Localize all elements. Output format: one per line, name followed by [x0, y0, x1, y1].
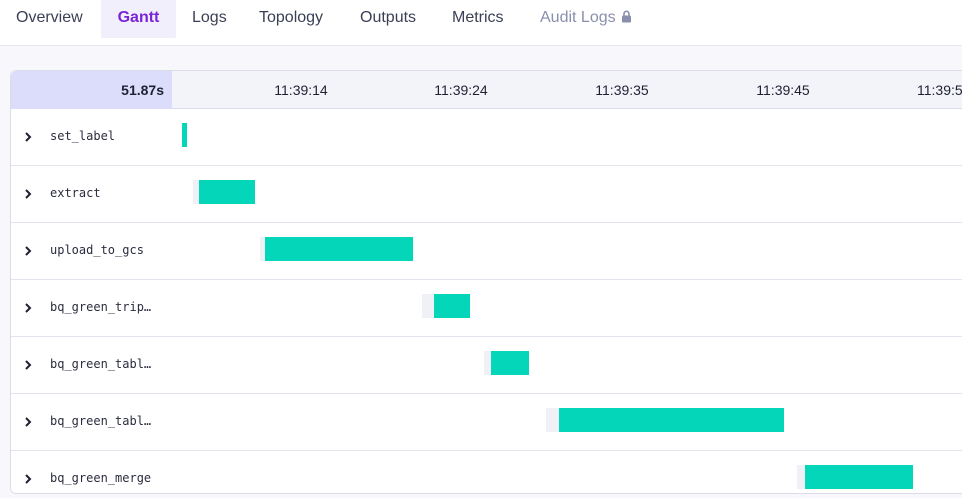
- task-row-upload-to-gcs[interactable]: upload_to_gcs: [11, 223, 962, 280]
- chevron-right-icon[interactable]: [23, 302, 33, 314]
- time-tick: 11:39:5: [917, 82, 962, 98]
- tab-overview[interactable]: Overview: [16, 0, 83, 38]
- task-queue-bar: [422, 294, 434, 318]
- task-row-bq-green-table-2[interactable]: bq_green_tabl…: [11, 394, 962, 451]
- tab-bar: Overview Gantt Logs Topology Outputs Met…: [0, 0, 962, 46]
- task-label: upload_to_gcs: [50, 243, 144, 257]
- task-label: bq_green_merge: [50, 471, 152, 485]
- task-bar[interactable]: [265, 237, 413, 261]
- task-bar[interactable]: [805, 465, 913, 489]
- tab-audit-logs-label: Audit Logs: [540, 9, 616, 26]
- task-row-bq-green-trip[interactable]: bq_green_trip…: [11, 280, 962, 337]
- task-bar[interactable]: [491, 351, 529, 375]
- task-row-set-label[interactable]: set_label: [11, 109, 962, 166]
- time-tick: 11:39:35: [595, 82, 649, 98]
- gantt-chart: 51.87s 11:39:14 11:39:24 11:39:35 11:39:…: [10, 70, 962, 494]
- task-queue-bar: [484, 351, 491, 375]
- lock-icon: [621, 10, 631, 23]
- task-bar[interactable]: [182, 123, 187, 147]
- time-tick: 11:39:24: [434, 82, 488, 98]
- task-queue-bar: [546, 408, 559, 432]
- task-queue-bar: [797, 465, 805, 489]
- chevron-right-icon[interactable]: [23, 359, 33, 371]
- task-label: bq_green_tabl…: [50, 357, 152, 371]
- tab-gantt[interactable]: Gantt: [101, 0, 176, 38]
- chevron-right-icon[interactable]: [23, 131, 33, 143]
- tab-audit-logs[interactable]: Audit Logs: [540, 0, 632, 38]
- task-row-extract[interactable]: extract: [11, 166, 962, 223]
- tab-outputs[interactable]: Outputs: [360, 0, 416, 38]
- task-label: extract: [50, 186, 101, 200]
- tab-topology[interactable]: Topology: [259, 0, 323, 38]
- chevron-right-icon[interactable]: [23, 188, 33, 200]
- task-label: bq_green_trip…: [50, 300, 152, 314]
- time-tick: 11:39:45: [756, 82, 810, 98]
- total-duration: 51.87s: [11, 71, 172, 109]
- chevron-right-icon[interactable]: [23, 245, 33, 257]
- task-row-bq-green-merge[interactable]: bq_green_merge: [11, 451, 962, 493]
- task-label: set_label: [50, 129, 116, 143]
- task-label: bq_green_tabl…: [50, 414, 152, 428]
- task-bar[interactable]: [199, 180, 255, 204]
- time-tick: 11:39:14: [274, 82, 328, 98]
- task-bar[interactable]: [559, 408, 784, 432]
- tab-logs[interactable]: Logs: [192, 0, 227, 38]
- chevron-right-icon[interactable]: [23, 416, 33, 428]
- task-row-bq-green-table-1[interactable]: bq_green_tabl…: [11, 337, 962, 394]
- task-bar[interactable]: [434, 294, 470, 318]
- chevron-right-icon[interactable]: [23, 473, 33, 485]
- tab-metrics[interactable]: Metrics: [452, 0, 504, 38]
- gantt-header: 51.87s 11:39:14 11:39:24 11:39:35 11:39:…: [11, 71, 962, 109]
